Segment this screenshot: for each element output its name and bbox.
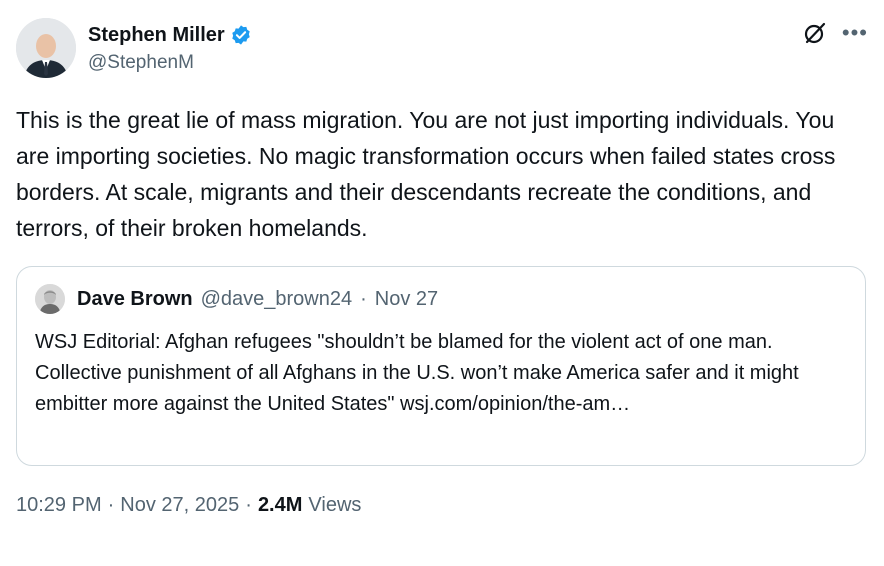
author-name[interactable]: Stephen Miller [88, 24, 225, 47]
more-icon[interactable]: ••• [842, 22, 868, 44]
meta-separator: · [245, 494, 252, 516]
views-label: Views [308, 494, 362, 516]
meta-separator: · [107, 494, 115, 516]
quote-separator: · [360, 287, 367, 310]
quote-author-handle: @dave_brown24 [200, 287, 353, 310]
quote-header: Dave Brown @dave_brown24 · Nov 27 [35, 283, 849, 315]
quote-date: Nov 27 [374, 287, 439, 310]
author-name-row: Stephen Miller [88, 22, 252, 48]
tweet-text: This is the great lie of mass migration.… [16, 107, 836, 241]
author-block: Stephen Miller @StephenM [88, 22, 252, 74]
tweet-date[interactable]: Nov 27, 2025 [120, 494, 239, 517]
quote-author-name: Dave Brown [77, 287, 193, 310]
quoted-tweet-card[interactable]: Dave Brown @dave_brown24 · Nov 27 WSJ Ed… [16, 266, 866, 466]
tweet-header: Stephen Miller @StephenM ••• [16, 18, 868, 82]
author-avatar[interactable] [16, 18, 76, 78]
quote-text: WSJ Editorial: Afghan refugees "shouldn’… [35, 331, 799, 415]
tweet-meta: 10:29 PM · Nov 27, 2025 · 2.4M Views [16, 494, 868, 517]
tweet-time[interactable]: 10:29 PM [16, 494, 102, 517]
views-count: 2.4M [257, 494, 303, 516]
verified-badge-icon [230, 24, 252, 46]
grok-icon[interactable] [802, 20, 828, 46]
tweet: Stephen Miller @StephenM ••• This is the [16, 18, 868, 517]
header-actions: ••• [802, 20, 868, 46]
quote-author-avatar [35, 284, 65, 314]
author-handle[interactable]: @StephenM [88, 52, 252, 74]
